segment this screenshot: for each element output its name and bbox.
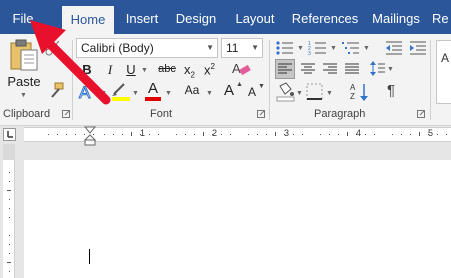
decrease-indent-icon[interactable] — [384, 40, 404, 56]
ruler-number: 1 — [140, 128, 146, 138]
line-spacing-icon[interactable] — [370, 60, 386, 78]
subscript-mark: 2 — [190, 70, 195, 80]
align-center-icon[interactable] — [300, 62, 316, 76]
dialog-launcher-icon[interactable] — [417, 110, 425, 118]
align-left-icon — [278, 63, 292, 74]
ruler-number: 3 — [284, 128, 290, 138]
ruler-number: 5 — [428, 128, 434, 138]
tab-references[interactable]: References — [290, 0, 360, 34]
paragraph-group-label: Paragraph — [314, 108, 366, 120]
font-color-letter: A — [147, 80, 158, 97]
font-size-value: 11 — [226, 41, 239, 55]
superscript-button[interactable]: x2 — [204, 62, 215, 77]
justify-icon[interactable] — [344, 62, 360, 76]
tab-selector[interactable] — [3, 128, 16, 141]
font-color-button[interactable]: A — [144, 80, 162, 102]
chevron-down-icon[interactable]: ▼ — [206, 39, 214, 57]
vertical-ruler-ticks — [7, 172, 11, 272]
caret-down-icon: ▼ — [258, 83, 265, 90]
indent-marker-icon[interactable] — [84, 126, 96, 146]
svg-text:Z: Z — [350, 92, 355, 101]
ruler-number: 4 — [356, 128, 362, 138]
change-case-dropdown-arrow[interactable]: ▼ — [206, 90, 213, 97]
font-group-label: Font — [150, 108, 173, 120]
bullets-icon[interactable] — [275, 40, 297, 56]
styles-gallery[interactable]: A — [436, 40, 451, 104]
group-separator — [430, 40, 431, 120]
vertical-ruler-margin — [3, 144, 15, 160]
numbering-dropdown-arrow[interactable]: ▼ — [330, 45, 337, 52]
ruler-number: 2 — [212, 128, 218, 138]
dialog-launcher-icon[interactable] — [257, 110, 265, 118]
font-size-combobox[interactable]: 11 ▼ — [221, 38, 263, 58]
styles-gallery-preview: A — [441, 51, 450, 65]
superscript-mark: 2 — [210, 62, 215, 71]
svg-text:A: A — [232, 61, 241, 76]
underline-button[interactable]: U — [124, 62, 138, 77]
change-case-button[interactable]: Aa — [178, 83, 206, 97]
borders-icon[interactable] — [306, 83, 324, 101]
tab-insert[interactable]: Insert — [120, 0, 164, 34]
multilevel-list-icon[interactable] — [341, 40, 363, 56]
shading-icon[interactable] — [276, 82, 296, 102]
annotation-arrow-icon — [30, 20, 111, 105]
shading-dropdown-arrow[interactable]: ▼ — [296, 90, 303, 97]
sort-icon[interactable]: A Z — [350, 82, 372, 102]
bullets-dropdown-arrow[interactable]: ▼ — [297, 45, 304, 52]
left-tab-icon — [7, 131, 13, 138]
text-cursor — [89, 249, 90, 264]
increase-indent-icon[interactable] — [408, 40, 428, 56]
line-spacing-dropdown-arrow[interactable]: ▼ — [387, 66, 394, 73]
tab-layout[interactable]: Layout — [230, 0, 280, 34]
chevron-down-icon[interactable]: ▼ — [251, 39, 259, 57]
font-color-swatch — [145, 97, 161, 101]
borders-dropdown-arrow[interactable]: ▼ — [326, 90, 333, 97]
svg-text:A: A — [350, 83, 356, 92]
dialog-launcher-icon[interactable] — [62, 110, 70, 118]
tab-mailings[interactable]: Mailings — [368, 0, 424, 34]
numbering-icon[interactable]: 1 2 3 — [308, 40, 330, 56]
grow-font-button[interactable]: A — [222, 82, 236, 99]
svg-text:3: 3 — [308, 51, 311, 56]
multilevel-dropdown-arrow[interactable]: ▼ — [363, 45, 370, 52]
shrink-font-button[interactable]: A — [246, 85, 258, 99]
font-color-dropdown-arrow[interactable]: ▼ — [165, 90, 172, 97]
align-right-icon[interactable] — [322, 62, 338, 76]
strikethrough-button[interactable]: abc — [155, 63, 179, 75]
show-formatting-marks-button[interactable]: ¶ — [384, 82, 398, 99]
tab-review[interactable]: Re — [432, 0, 451, 34]
highlight-dropdown-arrow[interactable]: ▼ — [132, 90, 139, 97]
subscript-button[interactable]: x2 — [184, 62, 195, 80]
caret-up-icon: ▲ — [236, 81, 243, 88]
clear-formatting-icon[interactable]: A — [230, 60, 252, 78]
tab-design[interactable]: Design — [172, 0, 220, 34]
group-separator — [269, 40, 270, 120]
underline-dropdown-arrow[interactable]: ▼ — [141, 67, 148, 74]
